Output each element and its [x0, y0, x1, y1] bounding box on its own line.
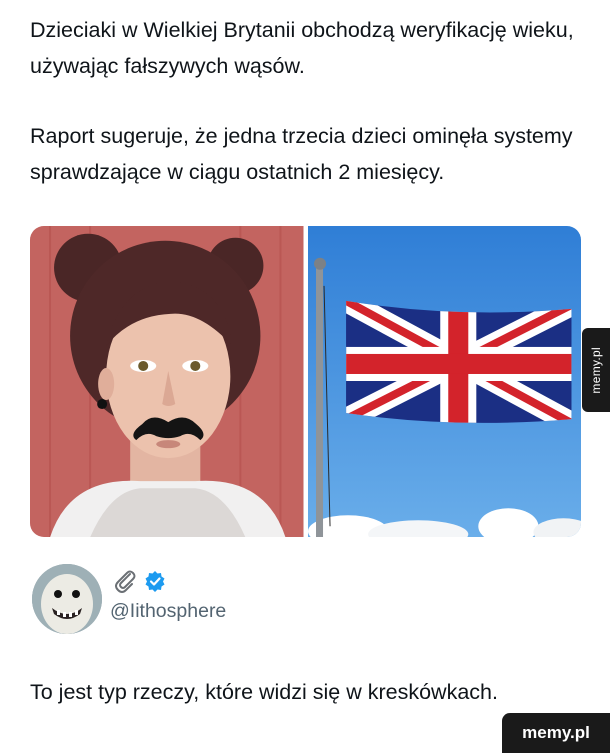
photo-girl-mustache[interactable] — [30, 226, 304, 537]
memy-watermark: memy.pl — [502, 713, 610, 753]
side-tab-label: memy.pl — [589, 346, 603, 394]
photo-uk-flag[interactable] — [307, 226, 581, 537]
author-handle[interactable]: @Iithosphere — [110, 600, 226, 623]
memy-side-tab[interactable]: memy.pl — [582, 328, 610, 412]
paperclip-icon — [112, 568, 138, 599]
verified-badge-icon — [144, 570, 166, 597]
post-text-headline: Dzieciaki w Wielkiej Brytanii obchodzą w… — [30, 18, 574, 78]
media-grid — [30, 226, 581, 537]
post-text-body: Raport sugeruje, że jedna trzecia dzieci… — [30, 124, 573, 184]
avatar[interactable] — [32, 564, 102, 634]
reply-text: To jest typ rzeczy, które widzi się w kr… — [30, 680, 498, 704]
author-name-row — [112, 570, 166, 596]
